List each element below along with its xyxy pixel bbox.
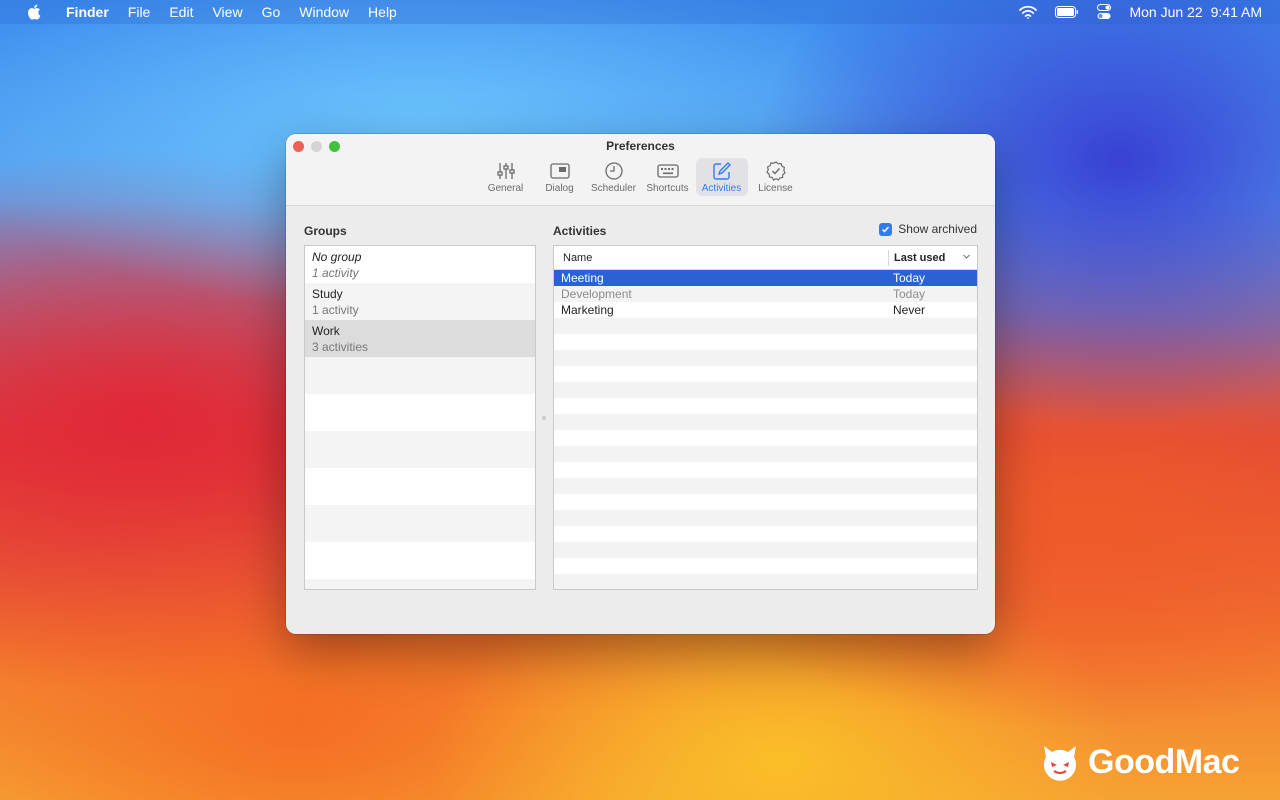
preferences-window: Preferences General Dialog Scheduler Sho… (286, 134, 995, 634)
dialog-icon (549, 163, 570, 179)
empty-row (554, 494, 977, 510)
table-row[interactable]: Marketing Never (554, 302, 977, 318)
empty-row (554, 366, 977, 382)
group-name: Study (312, 287, 343, 301)
tab-general-label: General (487, 183, 524, 194)
title-bar: Preferences General Dialog Scheduler Sho… (286, 134, 995, 206)
split-view-handle[interactable] (542, 416, 546, 420)
table-header: Name Last used (554, 246, 977, 270)
empty-row (554, 558, 977, 574)
preferences-toolbar: General Dialog Scheduler Shortcuts Activ… (286, 158, 995, 196)
group-name: Work (312, 324, 340, 338)
show-archived-checkbox[interactable]: Show archived (879, 222, 977, 236)
edit-icon (712, 162, 731, 180)
empty-row (554, 574, 977, 589)
clock-icon (604, 162, 623, 180)
tab-dialog-label: Dialog (545, 183, 574, 194)
empty-row (554, 398, 977, 414)
tab-scheduler[interactable]: Scheduler (588, 158, 640, 196)
devil-logo-icon (1044, 746, 1076, 781)
menu-help[interactable]: Help (368, 4, 397, 20)
apple-icon[interactable] (26, 3, 44, 21)
tab-general[interactable]: General (480, 158, 532, 196)
empty-row (554, 382, 977, 398)
column-divider (888, 250, 889, 266)
empty-row (305, 468, 535, 505)
empty-row (554, 430, 977, 446)
group-count: 3 activities (312, 340, 369, 354)
activity-name: Meeting (561, 271, 604, 285)
tab-activities-label: Activities (701, 183, 742, 194)
activity-name: Development (561, 287, 632, 301)
window-title: Preferences (606, 139, 675, 153)
menu-extras: Mon Jun 22 9:41 AM (1001, 0, 1262, 24)
table-row[interactable]: Development Today (554, 286, 977, 302)
tab-shortcuts-label: Shortcuts (646, 183, 689, 194)
menu-go[interactable]: Go (262, 4, 281, 20)
tab-shortcuts[interactable]: Shortcuts (642, 158, 694, 196)
table-body: Meeting Today Development Today Marketin… (554, 270, 977, 589)
keyboard-icon (656, 164, 679, 178)
goodmac-watermark: GoodMac (1040, 742, 1240, 782)
battery-icon[interactable] (1055, 6, 1079, 18)
tab-license[interactable]: License (750, 158, 802, 196)
group-name: No group (312, 250, 362, 264)
activities-table[interactable]: Name Last used Meeting Today Development… (553, 245, 978, 590)
menu-edit[interactable]: Edit (169, 4, 193, 20)
badge-check-icon (765, 161, 786, 181)
empty-row (554, 414, 977, 430)
group-count: 1 activity (312, 303, 359, 317)
activity-name: Marketing (561, 303, 614, 317)
empty-row (554, 478, 977, 494)
empty-row (554, 350, 977, 366)
list-item[interactable]: No group 1 activity (305, 246, 535, 283)
tab-scheduler-label: Scheduler (590, 183, 637, 194)
groups-list[interactable]: No group 1 activity Study 1 activity Wor… (304, 245, 536, 590)
preferences-content: Groups Activities Show archived No group… (286, 206, 995, 634)
empty-row (554, 318, 977, 334)
wifi-icon[interactable] (1019, 5, 1038, 19)
empty-row (554, 542, 977, 558)
activity-last-used: Today (893, 287, 926, 301)
menu-time[interactable]: 9:41 AM (1211, 4, 1262, 20)
empty-row (305, 505, 535, 542)
watermark-text: GoodMac (1088, 742, 1240, 781)
table-row[interactable]: Meeting Today (554, 270, 977, 286)
group-count: 1 activity (312, 266, 359, 280)
empty-row (305, 357, 535, 394)
show-archived-label: Show archived (898, 222, 977, 236)
activity-last-used: Today (893, 271, 926, 285)
empty-row (554, 462, 977, 478)
empty-row (554, 510, 977, 526)
activity-last-used: Never (893, 303, 926, 317)
tab-activities[interactable]: Activities (695, 158, 748, 196)
menu-view[interactable]: View (212, 4, 242, 20)
menu-app-name[interactable]: Finder (66, 4, 109, 20)
menu-date[interactable]: Mon Jun 22 (1129, 4, 1202, 20)
list-item[interactable]: Work 3 activities (305, 320, 535, 357)
menu-window[interactable]: Window (299, 4, 349, 20)
empty-row (305, 579, 535, 589)
empty-row (305, 542, 535, 579)
activities-heading: Activities (553, 224, 607, 238)
chevron-down-icon[interactable] (962, 252, 971, 261)
empty-row (554, 526, 977, 542)
checkmark-icon (879, 222, 893, 236)
column-header-name[interactable]: Name (563, 252, 592, 264)
control-center-icon[interactable] (1097, 4, 1112, 20)
empty-row (305, 431, 535, 468)
menu-file[interactable]: File (128, 4, 151, 20)
empty-row (554, 446, 977, 462)
tab-license-label: License (758, 183, 793, 194)
menu-bar: Finder File Edit View Go Window Help Mon… (0, 0, 1280, 24)
empty-row (554, 334, 977, 350)
empty-row (305, 394, 535, 431)
tab-dialog[interactable]: Dialog (534, 158, 586, 196)
list-item[interactable]: Study 1 activity (305, 283, 535, 320)
sliders-icon (496, 163, 515, 179)
groups-heading: Groups (304, 224, 347, 238)
column-header-last-used[interactable]: Last used (894, 252, 945, 264)
